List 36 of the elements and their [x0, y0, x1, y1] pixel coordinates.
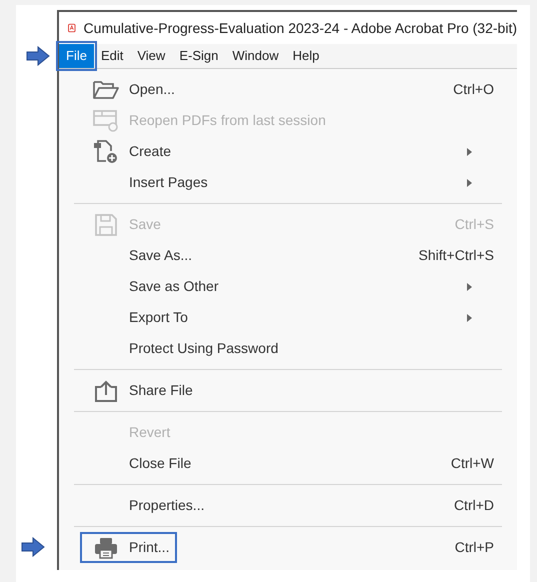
- create-document-icon: [93, 140, 119, 164]
- menu-bar-item[interactable]: Window: [225, 44, 286, 68]
- menu-item[interactable]: Save As... Shift+Ctrl+S: [74, 240, 502, 271]
- menu-bar-item[interactable]: E-Sign: [172, 44, 226, 68]
- share-icon: [94, 380, 118, 402]
- reopen-icon: [93, 110, 119, 132]
- save-icon: [95, 214, 117, 236]
- printer-icon: [94, 536, 118, 558]
- menu-item[interactable]: Print... Ctrl+P: [74, 532, 502, 563]
- menu-item[interactable]: Properties... Ctrl+D: [74, 490, 502, 521]
- submenu-caret-icon: [467, 314, 472, 322]
- menu-item[interactable]: Export To: [74, 302, 502, 333]
- menu-item[interactable]: Open... Ctrl+O: [74, 74, 502, 105]
- shortcut-label: Ctrl+W: [450, 454, 495, 473]
- window-title: Cumulative-Progress-Evaluation 2023-24 - Adobe Acrobat Pro (32-bit): [84, 18, 517, 38]
- menu-bar-item[interactable]: Edit: [94, 44, 130, 68]
- menu-item[interactable]: Close File Ctrl+W: [74, 448, 502, 479]
- arrow-icon: [21, 537, 45, 557]
- shortcut-label: Shift+Ctrl+S: [418, 246, 495, 265]
- menu-item[interactable]: Insert Pages: [74, 167, 502, 198]
- arrow-icon: [26, 46, 50, 66]
- submenu-caret-icon: [467, 148, 472, 156]
- submenu-caret-icon: [467, 178, 472, 186]
- shortcut-label: Ctrl+P: [454, 538, 495, 557]
- menu-item[interactable]: Protect Using Password: [74, 333, 502, 364]
- shortcut-label: Ctrl+D: [454, 496, 495, 515]
- open-folder-icon: [93, 80, 119, 100]
- menu-bar-item[interactable]: File: [59, 44, 94, 68]
- menu-bar-item[interactable]: View: [130, 44, 172, 68]
- menu-bar-item[interactable]: Help: [286, 44, 326, 68]
- submenu-caret-icon: [467, 282, 472, 290]
- menu-item[interactable]: Save as Other: [74, 271, 502, 302]
- shortcut-label: Ctrl+S: [454, 215, 495, 234]
- shortcut-label: Ctrl+O: [453, 80, 495, 99]
- menu-item[interactable]: Share File: [74, 375, 502, 406]
- menu-item[interactable]: Create: [74, 136, 502, 167]
